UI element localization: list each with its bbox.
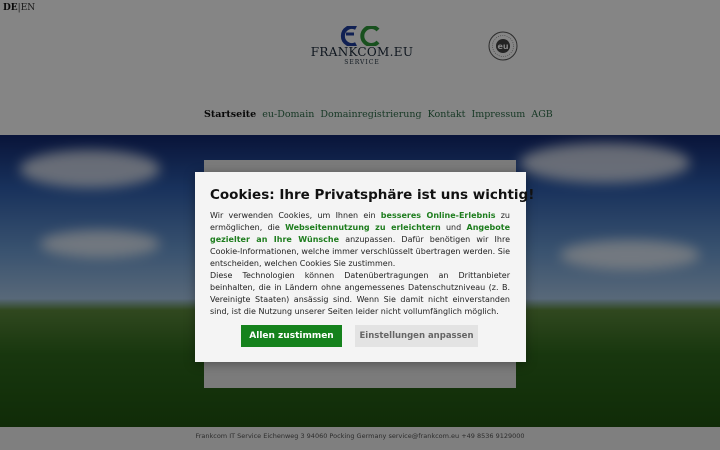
body-text-3: und: [440, 223, 467, 232]
highlight-online-erlebnis: besseres Online-Erlebnis: [380, 211, 496, 220]
cookie-consent-dialog: Cookies: Ihre Privatsphäre ist uns wicht…: [195, 172, 534, 362]
highlight-webseitennutzung: Webseitennutzung zu erleichtern: [285, 223, 441, 232]
dialog-title: Cookies: Ihre Privatsphäre ist uns wicht…: [210, 187, 535, 203]
body-text-1: Wir verwenden Cookies, um Ihnen ein: [210, 211, 381, 220]
accept-all-button[interactable]: Allen zustimmen: [241, 325, 342, 347]
body-text-5: Diese Technologien können Datenübertragu…: [210, 271, 510, 316]
adjust-settings-button[interactable]: Einstellungen anpassen: [355, 325, 478, 347]
dialog-body: Wir verwenden Cookies, um Ihnen ein bess…: [210, 210, 510, 318]
